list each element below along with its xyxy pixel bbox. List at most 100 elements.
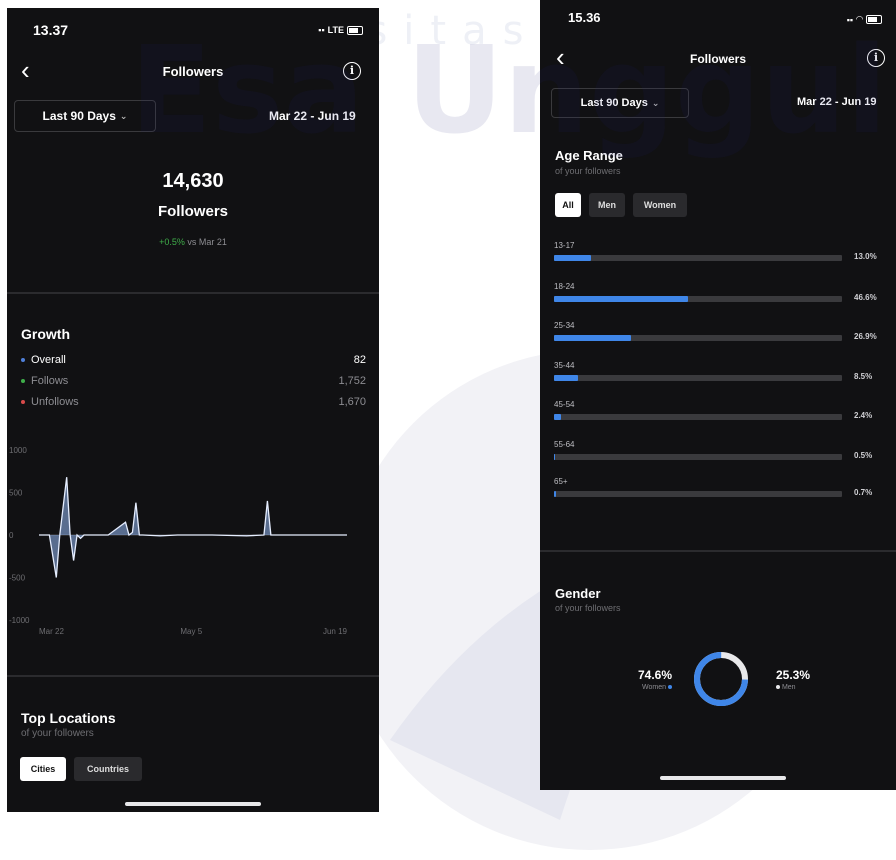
tab-countries[interactable]: Countries <box>74 757 142 781</box>
age-row: 55-64 0.5% <box>554 440 894 460</box>
age-value: 13.0% <box>854 252 877 261</box>
series-line <box>39 477 347 578</box>
tab-men[interactable]: Men <box>589 193 625 217</box>
legend-value: 1,670 <box>338 396 366 408</box>
men-legend: Men <box>776 684 796 691</box>
age-value: 0.7% <box>854 488 873 497</box>
age-label: 13-17 <box>554 241 575 250</box>
signal-icon: ▪▪ <box>846 14 854 25</box>
divider <box>540 550 896 552</box>
age-label: 45-54 <box>554 400 575 409</box>
women-dot-icon <box>668 685 672 690</box>
age-value: 26.9% <box>854 332 877 341</box>
age-label: 35-44 <box>554 361 575 370</box>
men-label: Men <box>781 684 796 691</box>
date-range-label: Last 90 Days <box>42 109 116 123</box>
follower-change: +0.5% vs Mar 21 <box>7 237 379 247</box>
legend-follows: Follows 1,752 <box>21 375 366 387</box>
age-bar-fill <box>554 296 689 302</box>
legend-overall: Overall 82 <box>21 354 366 366</box>
y-tick-label: 0 <box>9 531 14 540</box>
status-time: 15.36 <box>568 10 601 25</box>
age-value: 0.5% <box>854 451 873 460</box>
change-suffix: vs Mar 21 <box>184 237 227 247</box>
tab-cities[interactable]: Cities <box>20 757 66 781</box>
status-icons: ▪▪ LTE <box>318 25 363 35</box>
date-range-select[interactable]: Last 90 Days ⌄ <box>14 100 156 132</box>
status-icons: ▪▪ ◠ <box>847 14 882 25</box>
age-bar-track <box>554 454 842 460</box>
age-bar-fill <box>554 335 632 341</box>
legend-value: 82 <box>353 354 366 366</box>
gender-donut-chart <box>694 652 748 706</box>
legend-label: Follows <box>31 375 69 387</box>
info-icon[interactable]: i <box>343 62 361 80</box>
age-bar-track <box>554 375 842 381</box>
date-range-dates: Mar 22 - Jun 19 <box>269 109 356 123</box>
legend-label: Unfollows <box>31 396 79 408</box>
age-value: 2.4% <box>854 411 873 420</box>
age-row: 18-24 46.6% <box>554 282 894 302</box>
top-locations-title: Top Locations <box>21 710 116 726</box>
battery-icon <box>347 25 363 35</box>
legend-unfollows: Unfollows 1,670 <box>21 396 366 408</box>
men-dot-icon <box>776 685 780 690</box>
change-value: +0.5% <box>159 237 185 247</box>
tab-women[interactable]: Women <box>633 193 687 217</box>
age-bar-track <box>554 255 842 261</box>
age-label: 55-64 <box>554 440 575 449</box>
age-bar-track <box>554 414 842 420</box>
follower-label: Followers <box>157 203 228 220</box>
age-label: 25-34 <box>554 321 575 330</box>
page-title: Followers <box>162 64 224 79</box>
growth-title: Growth <box>21 326 70 342</box>
age-value: 46.6% <box>854 293 877 302</box>
age-row: 13-17 13.0% <box>554 241 894 261</box>
age-bar-track <box>554 335 842 341</box>
x-tick-label: May 5 <box>180 627 202 636</box>
age-row: 25-34 26.9% <box>554 321 894 341</box>
y-tick-label: -500 <box>9 574 26 583</box>
follows-dot-icon <box>21 379 25 383</box>
tab-all[interactable]: All <box>555 193 581 217</box>
men-percent: 25.3% <box>776 668 811 682</box>
y-tick-label: 500 <box>9 489 23 498</box>
date-range-label: Last 90 Days <box>580 97 648 109</box>
unfollows-dot-icon <box>21 400 25 404</box>
home-indicator[interactable] <box>660 776 786 780</box>
gender-title: Gender <box>555 586 601 601</box>
phone-screen-growth: 13.37 ▪▪ LTE ‹ Followers i Last 90 Days … <box>7 8 379 812</box>
age-bar-track <box>554 296 842 302</box>
legend-label: Overall <box>31 354 66 366</box>
age-bar-fill <box>554 414 561 420</box>
age-value: 8.5% <box>854 372 873 381</box>
age-bar-track <box>554 491 842 497</box>
age-bar-fill <box>554 255 592 261</box>
age-bar-fill <box>554 375 579 381</box>
date-range-select[interactable]: Last 90 Days ⌄ <box>551 88 689 118</box>
age-row: 35-44 8.5% <box>554 361 894 381</box>
x-tick-label: Jun 19 <box>323 627 348 636</box>
divider <box>7 675 379 677</box>
age-range-title: Age Range <box>555 148 623 163</box>
page-title: Followers <box>689 52 746 66</box>
date-range-dates: Mar 22 - Jun 19 <box>797 96 877 108</box>
overall-dot-icon <box>21 358 25 362</box>
age-row: 45-54 2.4% <box>554 400 894 420</box>
growth-chart: 1000 500 0 -500 -1000 Mar 22 May 5 Jun 19 <box>9 446 348 636</box>
phone-screen-audience: 15.36 ▪▪ ◠ ‹ Followers i Last 90 Days ⌄ … <box>540 0 896 790</box>
home-indicator[interactable] <box>125 802 261 806</box>
legend-value: 1,752 <box>338 375 366 387</box>
women-percent: 74.6% <box>637 668 672 682</box>
women-label: Women <box>642 684 667 691</box>
age-label: 65+ <box>554 477 568 486</box>
info-icon[interactable]: i <box>867 49 885 67</box>
age-bar-fill <box>554 491 557 497</box>
chevron-down-icon: ⌄ <box>651 97 660 108</box>
status-time: 13.37 <box>33 22 69 38</box>
divider <box>7 292 379 294</box>
battery-icon <box>866 15 882 24</box>
network-label: LTE <box>327 25 344 35</box>
age-row: 65+ 0.7% <box>554 477 894 497</box>
top-locations-subtitle: of your followers <box>21 728 94 739</box>
